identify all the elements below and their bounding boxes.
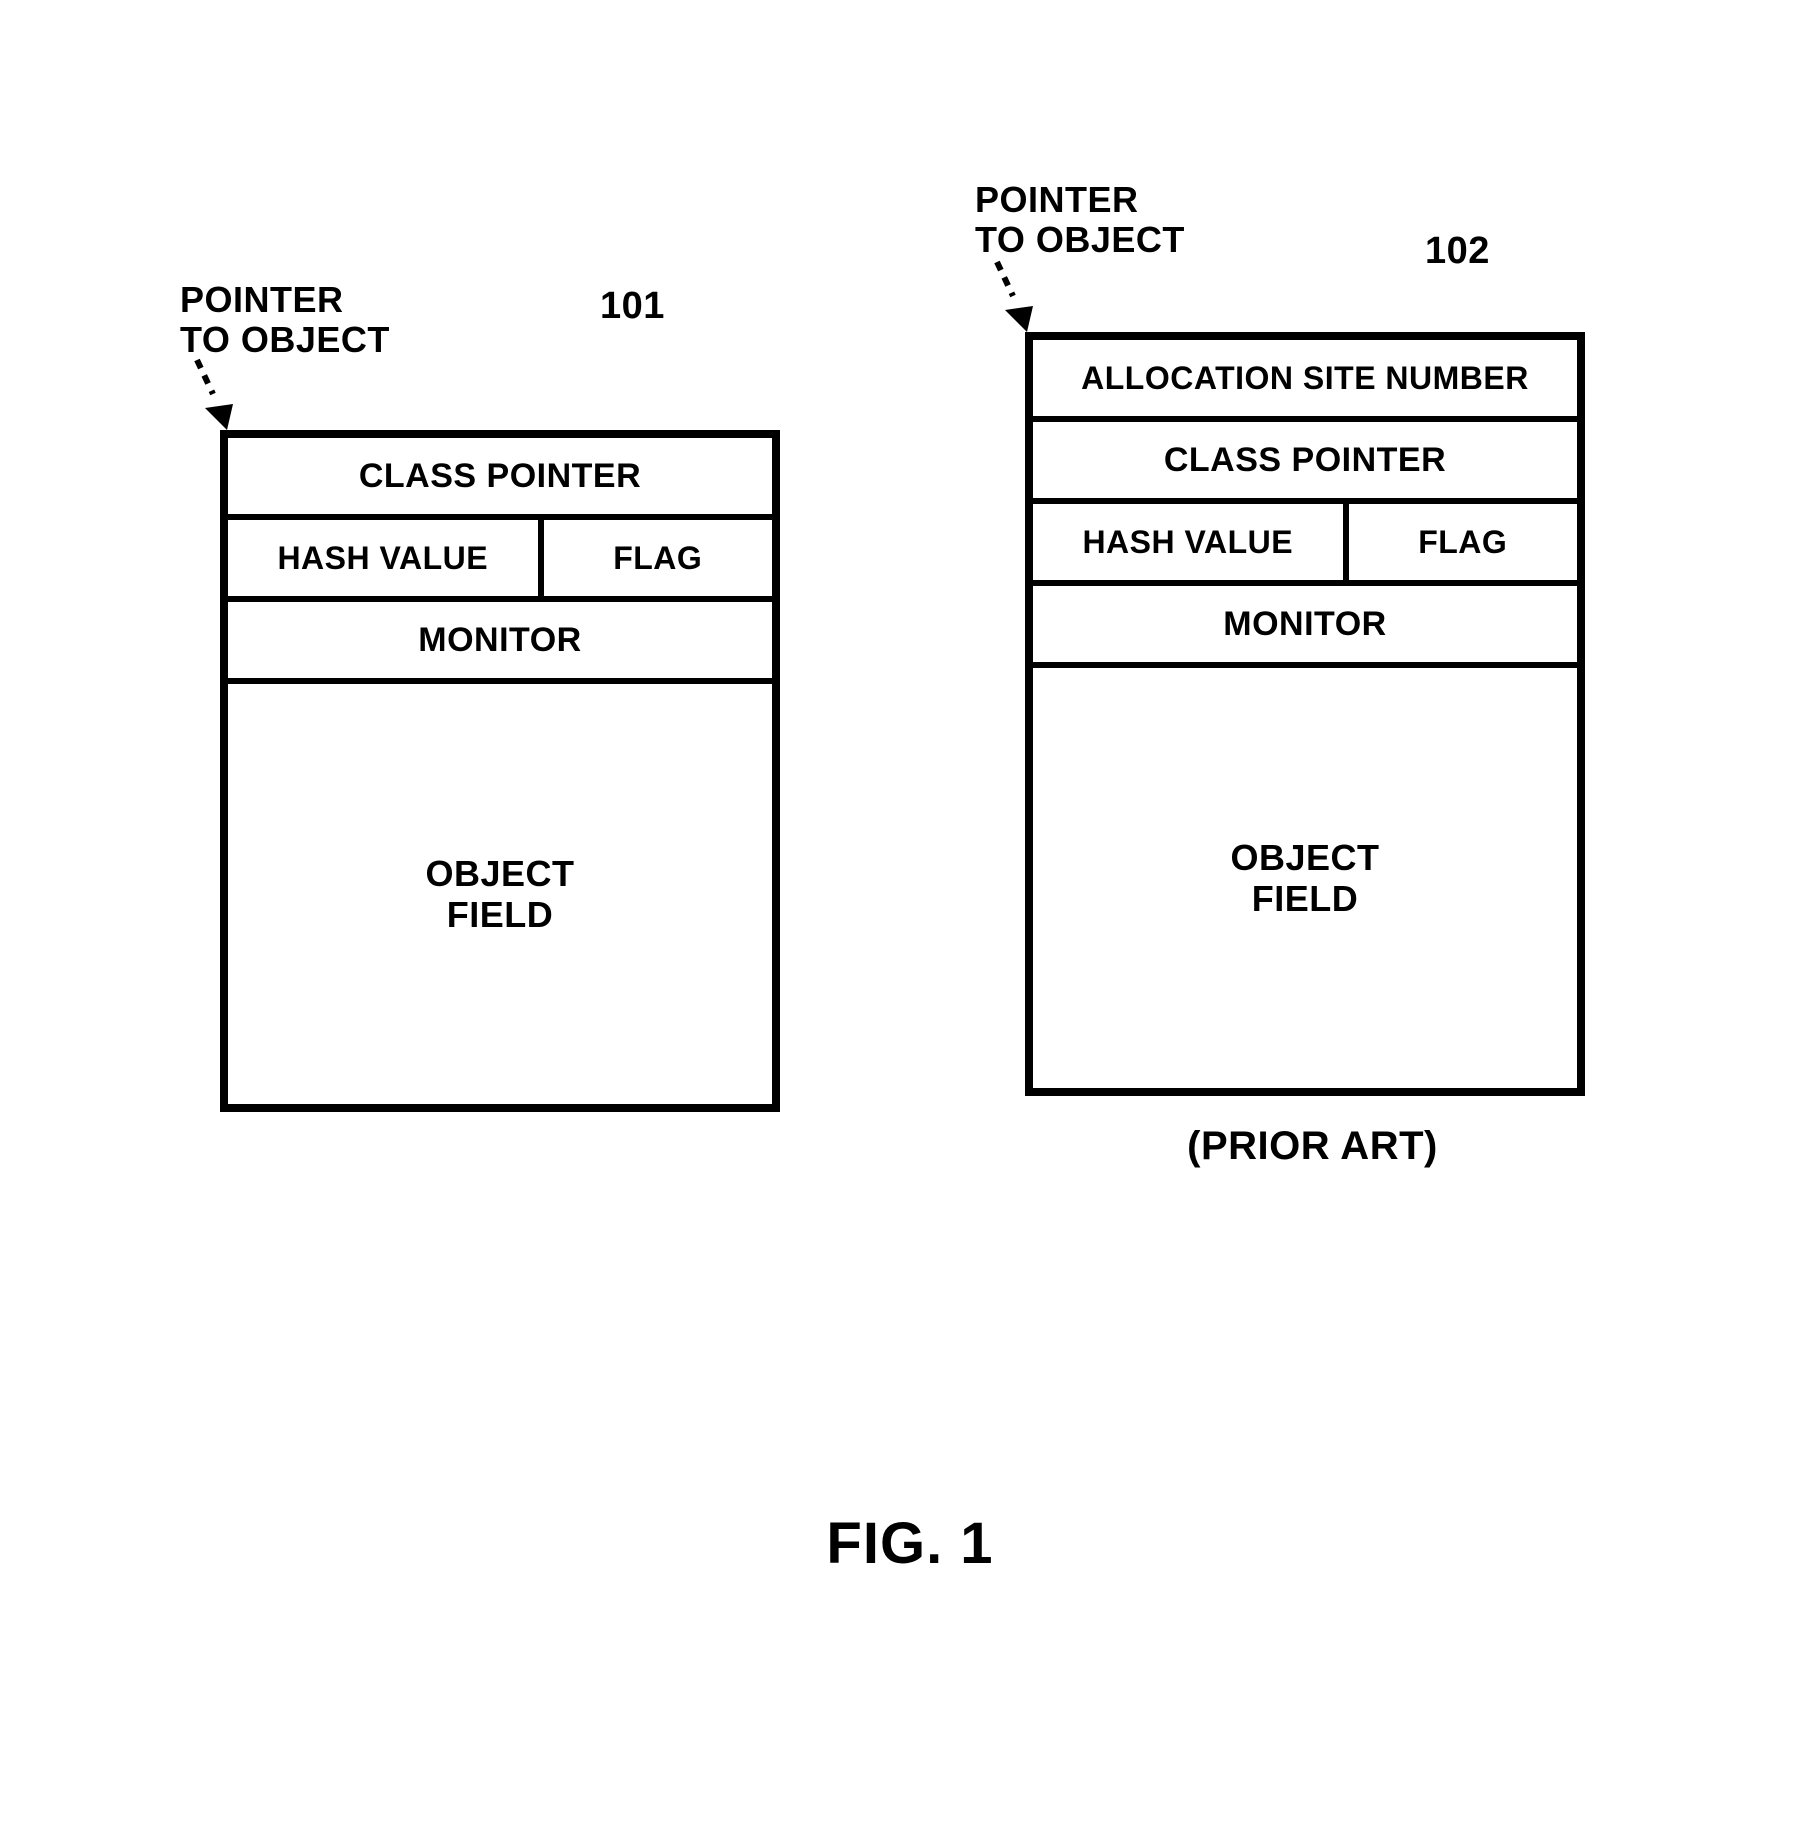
object-block-101: POINTER TO OBJECT 101 CLASS POINTER HASH… [220,370,795,1169]
row-hash-flag: HASH VALUE FLAG [228,520,772,602]
cell-flag: FLAG [544,520,772,596]
cell-flag: FLAG [1349,504,1577,580]
cell-hash-value: HASH VALUE [1033,504,1349,580]
row-class-pointer: CLASS POINTER [228,438,772,520]
object-box-102: ALLOCATION SITE NUMBER CLASS POINTER HAS… [1025,332,1585,1096]
object-field-line1: OBJECT [1230,837,1379,878]
row-monitor: MONITOR [228,602,772,684]
figure-1-diagram: POINTER TO OBJECT 101 CLASS POINTER HASH… [0,280,1820,1169]
row-allocation-site-number: ALLOCATION SITE NUMBER [1033,340,1577,422]
pointer-label-line2: TO OBJECT [180,319,390,360]
figure-caption: FIG. 1 [0,1510,1820,1577]
pointer-arrow-right [985,262,1045,352]
ref-number-101: 101 [600,285,665,328]
object-box-101: CLASS POINTER HASH VALUE FLAG MONITOR OB… [220,430,780,1112]
row-monitor: MONITOR [1033,586,1577,668]
pointer-label-right: POINTER TO OBJECT [975,180,1185,259]
ref-number-102: 102 [1425,230,1490,273]
pointer-arrow-left [185,360,245,450]
object-field-line2: FIELD [1252,878,1359,919]
pointer-label-left: POINTER TO OBJECT [180,280,390,359]
row-hash-flag: HASH VALUE FLAG [1033,504,1577,586]
row-object-field: OBJECT FIELD [228,684,772,1104]
object-field-line2: FIELD [447,894,554,935]
row-object-field: OBJECT FIELD [1033,668,1577,1088]
object-field-line1: OBJECT [425,853,574,894]
pointer-label-line1: POINTER [180,279,344,320]
pointer-label-line1: POINTER [975,179,1139,220]
object-block-102: POINTER TO OBJECT 102 ALLOCATION SITE NU… [1025,280,1600,1169]
pointer-label-line2: TO OBJECT [975,219,1185,260]
row-class-pointer: CLASS POINTER [1033,422,1577,504]
prior-art-label: (PRIOR ART) [1025,1124,1600,1169]
cell-hash-value: HASH VALUE [228,520,544,596]
